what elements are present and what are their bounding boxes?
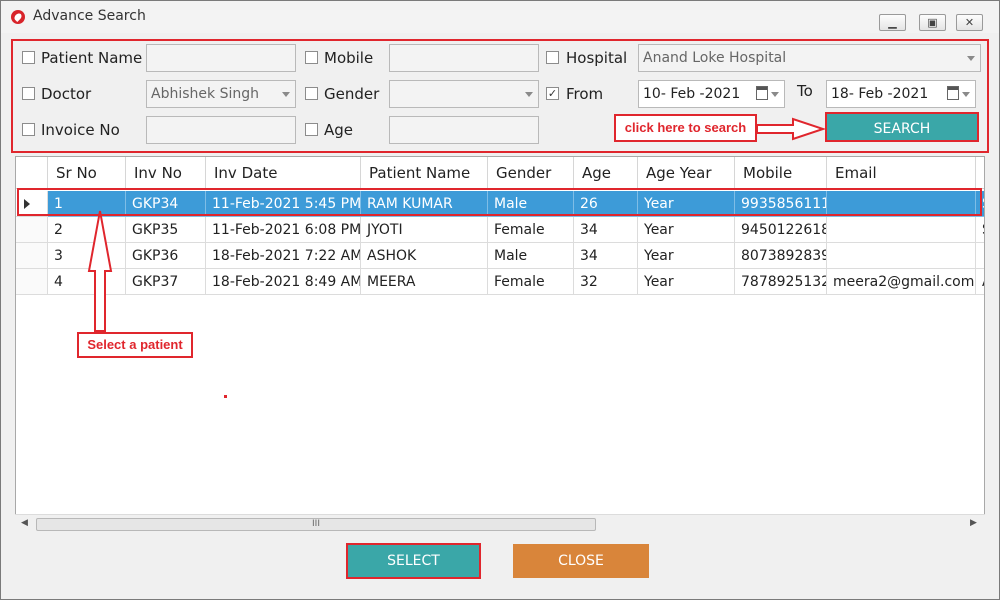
advance-search-window: Advance Search ▁ ▣ ✕ Patient Name Mobile… (0, 0, 1000, 600)
annotation-arrows (87, 117, 827, 332)
annotation-dot (224, 395, 227, 398)
up-arrow-icon (87, 210, 113, 332)
right-arrow-icon (756, 117, 827, 141)
select-button[interactable]: SELECT (346, 543, 481, 579)
close-button[interactable]: CLOSE (513, 544, 649, 578)
